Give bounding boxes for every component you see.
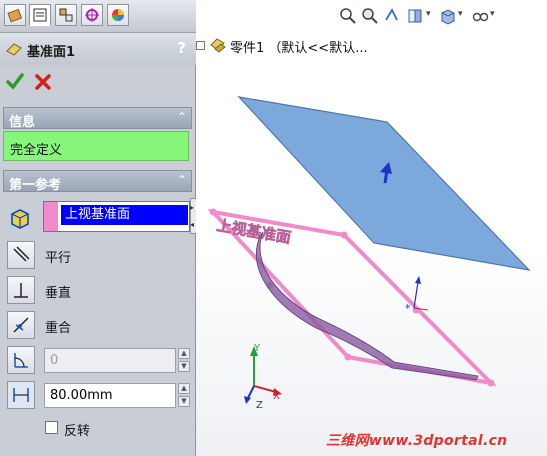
chevron-down-icon[interactable]: ▾	[490, 9, 495, 19]
collapse-icon[interactable]: ⌃	[177, 110, 187, 124]
flip-label: 反转	[64, 424, 91, 439]
perpendicular-button[interactable]	[7, 276, 35, 304]
plane-feature-icon	[6, 43, 22, 56]
section-view-icon[interactable]	[406, 6, 426, 26]
status-message: 完全定义	[10, 143, 63, 158]
property-manager-panel: 基准面1 ? 信息 ⌃ 完全定义 第一参考 ⌃ 上视基准面 ▸ ◂ 平行 垂直 …	[0, 0, 198, 456]
offset-distance-input[interactable]: 80.00mm	[44, 383, 176, 408]
hide-show-items-icon[interactable]	[470, 6, 490, 26]
zoom-to-fit-icon[interactable]	[338, 6, 358, 26]
first-reference-field[interactable]: 上视基准面	[43, 201, 190, 232]
z-axis-label: Z	[256, 400, 263, 410]
angle-icon	[14, 353, 28, 368]
reference-cube-icon	[11, 209, 29, 229]
offset-distance-button[interactable]	[7, 381, 35, 409]
configuration-manager-tab[interactable]	[55, 4, 77, 26]
cancel-button[interactable]	[33, 72, 53, 92]
watermark: 三维网www.3dportal.cn	[326, 433, 508, 449]
property-manager-header: 基准面1 ?	[0, 33, 196, 65]
part-name[interactable]: 零件1 （默认<<默认...	[230, 37, 368, 56]
x-axis-label: X	[273, 391, 280, 402]
distance-spinner[interactable]: ▲ ▼	[178, 383, 190, 408]
status-message-box: 完全定义	[3, 131, 189, 161]
display-manager-tab[interactable]	[107, 4, 129, 26]
part-icon	[210, 38, 226, 53]
display-manager-icon	[112, 9, 124, 21]
coordinate-triad: Y X Z	[244, 343, 282, 410]
feature-manager-icon	[7, 8, 23, 23]
dimxpert-tab[interactable]	[81, 4, 103, 26]
flip-checkbox[interactable]	[45, 421, 58, 434]
manager-tabs	[0, 0, 196, 33]
perpendicular-label: 垂直	[45, 286, 72, 301]
chevron-down-icon[interactable]: ▾	[426, 9, 431, 19]
coincident-button[interactable]	[7, 311, 35, 339]
svg-text:*: *	[405, 302, 411, 315]
offset-distance-icon	[13, 388, 29, 402]
configuration-manager-icon	[59, 8, 73, 22]
coincident-icon	[13, 317, 29, 333]
parallel-button[interactable]	[7, 241, 35, 269]
first-reference-header[interactable]: 第一参考 ⌃	[3, 170, 192, 193]
info-group-header[interactable]: 信息 ⌃	[3, 107, 192, 130]
zoom-area-icon[interactable]	[360, 6, 380, 26]
feature-title: 基准面1	[27, 45, 76, 60]
y-axis-label: Y	[253, 343, 261, 354]
reference-color-swatch	[44, 202, 58, 231]
perpendicular-icon	[14, 283, 28, 298]
angle-button[interactable]	[7, 346, 35, 374]
first-reference-label: 第一参考	[9, 178, 62, 193]
property-manager-tab[interactable]	[29, 4, 51, 26]
previous-view-icon[interactable]	[382, 6, 402, 26]
ok-button[interactable]	[5, 72, 25, 92]
parallel-label: 平行	[45, 251, 72, 266]
parallel-icon	[13, 246, 30, 262]
property-manager-icon	[33, 8, 47, 22]
view-orientation-icon[interactable]	[438, 6, 458, 26]
angle-spinner[interactable]: ▲ ▼	[178, 348, 190, 373]
tree-expand-toggle[interactable]	[196, 41, 205, 50]
angle-input[interactable]: 0	[44, 348, 176, 373]
collapse-icon[interactable]: ⌃	[177, 173, 187, 187]
coincident-label: 重合	[45, 321, 72, 336]
help-button[interactable]: ?	[177, 39, 186, 57]
info-group-label: 信息	[9, 115, 36, 130]
feature-manager-tab[interactable]	[4, 4, 26, 26]
selected-reference[interactable]: 上视基准面	[61, 205, 188, 225]
chevron-down-icon[interactable]: ▾	[458, 9, 463, 19]
dimxpert-icon	[85, 8, 99, 22]
